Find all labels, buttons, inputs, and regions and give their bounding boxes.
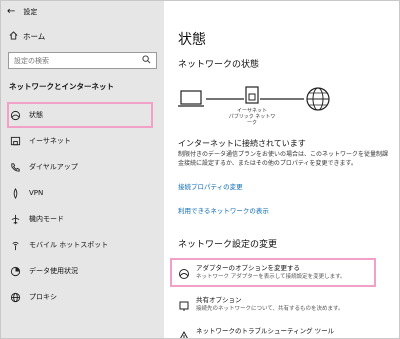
data-usage-icon (9, 265, 21, 277)
sidebar-item-hotspot[interactable]: モバイル ホットスポット (1, 232, 164, 258)
sidebar-section-title: ネットワークとインターネット (9, 82, 114, 91)
sidebar-item-label: モバイル ホットスポット (29, 241, 109, 249)
show-networks-link[interactable]: 利用できるネットワークの表示 (178, 205, 269, 215)
sidebar-item-airplane[interactable]: 機内モード (1, 206, 164, 232)
vpn-icon (9, 187, 21, 199)
home-link[interactable]: ホーム (9, 31, 45, 42)
sharing-options-title: 共有オプション (196, 296, 242, 304)
window-title: 設定 (23, 8, 38, 16)
search-input[interactable]: 設定の検索 (8, 52, 157, 69)
sidebar-item-proxy[interactable]: プロキシ (1, 284, 164, 310)
sharing-options-description: 接続先のネットワークについて、共有するものを決めます。 (196, 306, 344, 312)
sidebar-item-data-usage[interactable]: データ使用状況 (1, 258, 164, 284)
title-bar: ← 設定 (7, 5, 37, 19)
troubleshooter-title: ネットワークのトラブルシューティング ツール (196, 327, 335, 335)
search-placeholder: 設定の検索 (14, 56, 49, 65)
page-title: 状態 (178, 32, 206, 48)
sidebar-item-label: 状態 (29, 111, 43, 119)
network-status-heading: ネットワークの状態 (178, 60, 260, 70)
phone-icon (9, 161, 21, 173)
search-icon[interactable] (142, 55, 151, 66)
connection-status-description: 制限付きのデータ通信プランをお使いの場合は、このネットワークを従量制課金接続に設… (178, 151, 389, 167)
hotspot-icon (9, 239, 21, 251)
adapter-icon (178, 265, 190, 279)
home-label: ホーム (23, 32, 46, 41)
home-icon (9, 31, 18, 42)
troubleshooter-item[interactable]: ネットワークのトラブルシューティング ツール (178, 327, 335, 338)
adapter-options-item[interactable]: アダプターのオプションを変更する ネットワーク アダプターを表示して接続設定を変… (170, 258, 376, 287)
network-diagram: イーサネット パブリック ネットワーク (178, 79, 338, 126)
ethernet-icon (9, 135, 21, 147)
sidebar-item-vpn[interactable]: VPN (1, 180, 164, 206)
sidebar: ← 設定 ホーム 設定の検索 ネットワークとインターネット 状態 イーサネット … (1, 1, 164, 338)
sidebar-item-label: イーサネット (29, 137, 71, 145)
change-settings-heading: ネットワーク設定の変更 (178, 240, 278, 250)
sidebar-item-label: 機内モード (29, 215, 64, 223)
sidebar-nav: 状態 イーサネット ダイヤルアップ VPN 機内モード モバイル ホットスポット… (1, 102, 164, 310)
back-arrow-icon[interactable]: ← (7, 7, 15, 17)
adapter-options-description: ネットワーク アダプターを表示して接続設定を変更します。 (196, 274, 346, 280)
adapter-options-title: アダプターのオプションを変更する (196, 264, 300, 272)
airplane-icon (9, 213, 21, 225)
sidebar-item-status[interactable]: 状態 (7, 102, 153, 128)
settings-window: ← 設定 ホーム 設定の検索 ネットワークとインターネット 状態 イーサネット … (0, 0, 400, 339)
sidebar-item-dialup[interactable]: ダイヤルアップ (1, 154, 164, 180)
main-content: 状態 ネットワークの状態 イーサネット パブリック ネットワーク インターネット… (164, 1, 399, 338)
network-diagram-label: イーサネット パブリック ネットワーク (228, 108, 276, 126)
sharing-icon (178, 297, 190, 311)
troubleshoot-icon (178, 328, 190, 338)
change-properties-link[interactable]: 接続プロパティの変更 (178, 181, 243, 191)
sidebar-item-label: データ使用状況 (29, 267, 78, 275)
connection-status-title: インターネットに接続されています (178, 139, 306, 148)
sidebar-item-ethernet[interactable]: イーサネット (1, 128, 164, 154)
globe-icon (9, 291, 21, 303)
sidebar-item-label: VPN (29, 189, 44, 197)
sidebar-item-label: ダイヤルアップ (29, 163, 78, 171)
sidebar-item-label: プロキシ (29, 293, 57, 301)
status-icon (9, 109, 21, 121)
sharing-options-item[interactable]: 共有オプション 接続先のネットワークについて、共有するものを決めます。 (178, 296, 344, 313)
